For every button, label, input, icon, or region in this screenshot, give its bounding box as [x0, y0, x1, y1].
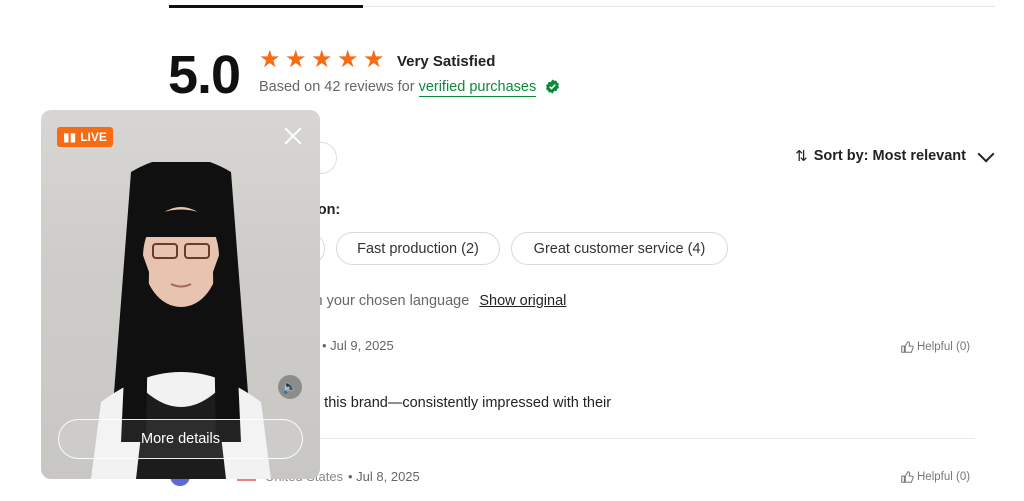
verified-purchases-link[interactable]: verified purchases [418, 79, 537, 97]
sort-arrows-icon: ⇅ [795, 148, 808, 165]
translation-notice: s in your chosen language Show original [300, 293, 566, 309]
reviews-count-line: Based on 42 reviews for verified purchase… [259, 79, 560, 97]
helpful-button[interactable]: Helpful (0) [900, 470, 970, 484]
rating-score: 5.0 [168, 45, 241, 105]
rating-stars: ★ ★ ★ ★ ★ [259, 46, 385, 73]
sort-dropdown[interactable]: ⇅ Sort by: Most relevant [795, 145, 995, 165]
review-date: • Jul 8, 2025 [348, 469, 420, 484]
close-icon[interactable] [282, 125, 304, 147]
live-bars-icon: ▮▮ [63, 130, 77, 144]
thumbs-up-icon [901, 341, 914, 353]
helpful-label: Helpful (0) [917, 471, 971, 483]
review-date: • Jul 9, 2025 [322, 338, 394, 353]
live-badge: ▮▮ LIVE [57, 127, 113, 147]
mention-chip-fast-production[interactable]: Fast production (2) [336, 232, 500, 265]
star-icon: ★ [363, 46, 385, 73]
mention-chip-great-customer-service[interactable]: Great customer service (4) [511, 232, 728, 265]
verified-badge-icon [546, 79, 560, 94]
star-icon: ★ [311, 46, 333, 73]
helpful-label: Helpful (0) [917, 341, 971, 353]
based-on-text: Based on 42 reviews for [259, 79, 415, 95]
chevron-down-icon [977, 145, 995, 162]
helpful-button[interactable]: Helpful (0) [900, 340, 970, 354]
translation-text: s in your chosen language [300, 293, 470, 309]
star-icon: ★ [337, 46, 359, 73]
thumbs-up-icon [901, 471, 914, 483]
active-tab-indicator [169, 5, 363, 8]
live-video-card[interactable]: ▮▮ LIVE 🔈 More details [41, 110, 320, 479]
rating-label: Very Satisfied [397, 53, 496, 70]
review-text: om this brand—consistently impressed wit… [300, 395, 612, 411]
more-details-button[interactable]: More details [58, 419, 303, 459]
speaker-icon[interactable]: 🔈 [278, 375, 302, 399]
live-label: LIVE [80, 130, 107, 144]
show-original-link[interactable]: Show original [479, 293, 566, 309]
sort-label: Sort by: Most relevant [813, 148, 966, 164]
star-icon: ★ [259, 46, 281, 73]
star-icon: ★ [285, 46, 307, 73]
